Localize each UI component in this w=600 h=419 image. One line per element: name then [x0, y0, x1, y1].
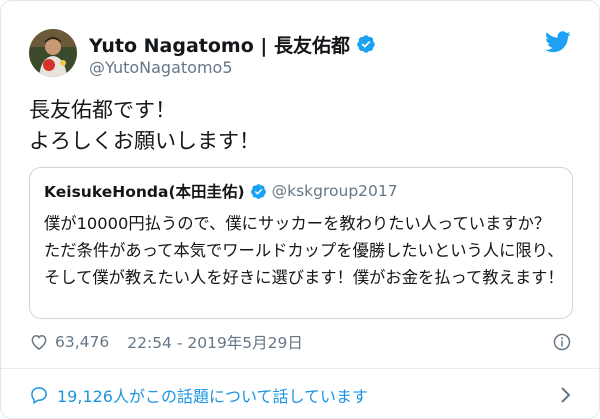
tweet-timestamp[interactable]: 22:54 - 2019年5月29日 — [127, 331, 303, 353]
tweet-text-line: 長友佑都です！ — [29, 98, 176, 122]
conversation-count-text[interactable]: 19,126人がこの話題について話しています — [57, 383, 368, 407]
verified-badge-icon — [356, 34, 376, 54]
quoted-author-row: KeisukeHonda(本田圭佑) @kskgroup2017 — [44, 180, 398, 202]
author-handle[interactable]: @YutoNagatomo5 — [89, 58, 233, 77]
conversation-link[interactable]: 19,126人がこの話題について話しています — [29, 381, 573, 409]
info-icon[interactable] — [553, 333, 571, 351]
author-display-name[interactable]: Yuto Nagatomo | 長友佑都 — [89, 31, 350, 58]
author-name-row[interactable]: Yuto Nagatomo | 長友佑都 — [89, 31, 376, 57]
tweet-meta-row: 63,476 22:54 - 2019年5月29日 — [29, 329, 573, 355]
speech-bubble-icon — [29, 385, 49, 405]
like-count[interactable]: 63,476 — [55, 333, 109, 351]
divider — [1, 368, 600, 369]
twitter-bird-icon[interactable] — [545, 31, 571, 53]
tweet-text-line: よろしくお願いします！ — [29, 129, 260, 153]
quoted-display-name: KeisukeHonda(本田圭佑) — [44, 183, 245, 201]
quoted-tweet[interactable]: KeisukeHonda(本田圭佑) @kskgroup2017 僕が10000… — [29, 167, 573, 319]
chevron-right-icon[interactable] — [559, 385, 573, 405]
quoted-tweet-text: 僕が10000円払うので、僕にサッカーを教わりたい人っていますか？ただ条件があっ… — [44, 214, 564, 287]
avatar[interactable] — [29, 29, 77, 77]
quoted-handle: @kskgroup2017 — [271, 182, 398, 200]
embedded-tweet-card: Yuto Nagatomo | 長友佑都 @YutoNagatomo5 長友佑都… — [0, 0, 600, 419]
verified-badge-icon — [250, 183, 267, 200]
tweet-text: 長友佑都です！ よろしくお願いします！ — [29, 95, 260, 157]
heart-icon[interactable] — [29, 332, 49, 352]
